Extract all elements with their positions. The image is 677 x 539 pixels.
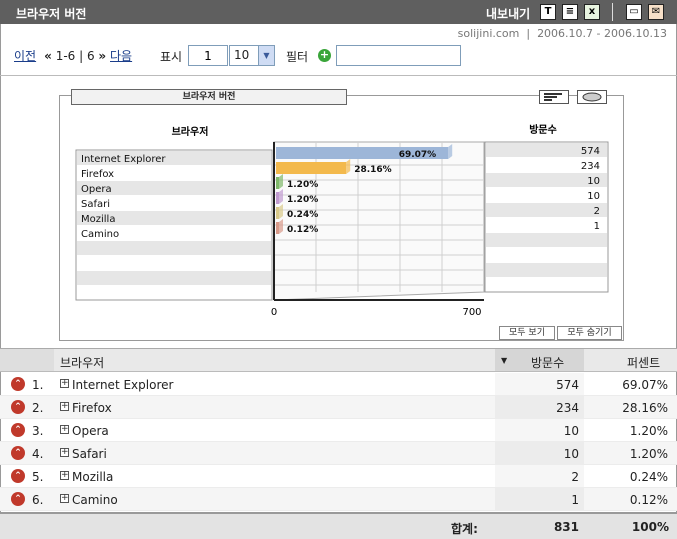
bar-chart: 브라우저 방문수 Internet Explorer 69.07% 574 Firef… bbox=[75, 123, 609, 318]
expand-icon[interactable]: + bbox=[60, 448, 69, 457]
table-header: 브라우저 ▼ 방문수 퍼센트 bbox=[0, 348, 677, 372]
rank: 1. bbox=[32, 378, 44, 392]
collapse-up-icon[interactable]: ⌃ bbox=[11, 377, 25, 391]
x-tick-label: 0 bbox=[271, 307, 277, 318]
collapse-up-icon[interactable]: ⌃ bbox=[11, 446, 25, 460]
percent-value: 1.20% bbox=[629, 447, 668, 461]
value-label: 10 bbox=[587, 191, 600, 202]
category-row-shade bbox=[77, 271, 271, 285]
browser-name[interactable]: Mozilla bbox=[72, 470, 113, 484]
total-visits: 831 bbox=[553, 520, 579, 534]
bar bbox=[276, 192, 279, 204]
browser-name[interactable]: Safari bbox=[72, 447, 107, 461]
table-row[interactable]: ⌃ 2. + Firefox 234 28.16% bbox=[0, 396, 677, 419]
visits-value: 574 bbox=[556, 378, 579, 392]
expand-icon[interactable]: + bbox=[60, 425, 69, 434]
collapse-up-icon[interactable]: ⌃ bbox=[11, 400, 25, 414]
value-label: 2 bbox=[594, 206, 600, 217]
rank: 5. bbox=[32, 470, 44, 484]
table-row[interactable]: ⌃ 6. + Camino 1 0.12% bbox=[0, 488, 677, 511]
collapse-up-icon[interactable]: ⌃ bbox=[11, 492, 25, 506]
percent-value: 0.24% bbox=[629, 470, 668, 484]
category-label: Camino bbox=[81, 229, 119, 240]
table-footer: 합계: 831 100% bbox=[0, 512, 677, 539]
bar bbox=[276, 177, 279, 189]
collapse-up-icon[interactable]: ⌃ bbox=[11, 469, 25, 483]
rank: 2. bbox=[32, 401, 44, 415]
table-row[interactable]: ⌃ 4. + Safari 10 1.20% bbox=[0, 442, 677, 465]
show-all-button[interactable]: 모두 보기 bbox=[499, 326, 555, 340]
value-label: 234 bbox=[581, 161, 600, 172]
category-label: Firefox bbox=[81, 169, 114, 180]
percent-value: 28.16% bbox=[622, 401, 668, 415]
data-label: 0.24% bbox=[287, 210, 318, 220]
table-row[interactable]: ⌃ 3. + Opera 10 1.20% bbox=[0, 419, 677, 442]
col-browser[interactable]: 브라우저 bbox=[60, 354, 104, 371]
collapse-up-icon[interactable]: ⌃ bbox=[11, 423, 25, 437]
visits-value: 2 bbox=[571, 470, 579, 484]
category-label: Safari bbox=[81, 199, 110, 210]
col-percent[interactable]: 퍼센트 bbox=[627, 354, 660, 371]
bar bbox=[276, 162, 347, 174]
hide-all-button[interactable]: 모두 숨기기 bbox=[557, 326, 622, 340]
data-label: 0.12% bbox=[287, 225, 318, 235]
visits-value: 10 bbox=[563, 424, 579, 438]
percent-value: 0.12% bbox=[629, 493, 668, 507]
category-label: Internet Explorer bbox=[81, 154, 166, 165]
data-label: 28.16% bbox=[354, 165, 392, 175]
percent-value: 1.20% bbox=[629, 424, 668, 438]
data-label: 1.20% bbox=[287, 180, 318, 190]
col-visits[interactable]: 방문수 bbox=[531, 354, 564, 371]
bar bbox=[276, 222, 279, 234]
value-axis-label: 방문수 bbox=[529, 123, 557, 136]
visits-value: 1 bbox=[571, 493, 579, 507]
browser-name[interactable]: Opera bbox=[72, 424, 109, 438]
percent-value: 69.07% bbox=[622, 378, 668, 392]
rank: 4. bbox=[32, 447, 44, 461]
table-row[interactable]: ⌃ 1. + Internet Explorer 574 69.07% bbox=[0, 373, 677, 396]
browser-name[interactable]: Internet Explorer bbox=[72, 378, 173, 392]
visits-value: 10 bbox=[563, 447, 579, 461]
value-label: 1 bbox=[594, 221, 600, 232]
header-rank-cell bbox=[0, 349, 54, 371]
data-label: 1.20% bbox=[287, 195, 318, 205]
table-row[interactable]: ⌃ 5. + Mozilla 2 0.24% bbox=[0, 465, 677, 488]
expand-icon[interactable]: + bbox=[60, 379, 69, 388]
sort-desc-icon[interactable]: ▼ bbox=[501, 356, 507, 365]
expand-icon[interactable]: + bbox=[60, 402, 69, 411]
category-label: Opera bbox=[81, 184, 112, 195]
value-row-shade bbox=[486, 233, 607, 247]
x-tick-label: 700 bbox=[462, 307, 481, 318]
expand-icon[interactable]: + bbox=[60, 471, 69, 480]
rank: 6. bbox=[32, 493, 44, 507]
category-label: Mozilla bbox=[81, 214, 115, 225]
browser-name[interactable]: Camino bbox=[72, 493, 118, 507]
value-row-shade bbox=[486, 203, 607, 217]
data-label: 69.07% bbox=[399, 150, 437, 160]
expand-icon[interactable]: + bbox=[60, 494, 69, 503]
value-row-shade bbox=[486, 263, 607, 277]
visits-value: 234 bbox=[556, 401, 579, 415]
category-row-shade bbox=[77, 241, 271, 255]
value-label: 574 bbox=[581, 146, 600, 157]
browser-name[interactable]: Firefox bbox=[72, 401, 112, 415]
rank: 3. bbox=[32, 424, 44, 438]
bar bbox=[276, 207, 279, 219]
total-percent: 100% bbox=[631, 520, 669, 534]
value-label: 10 bbox=[587, 176, 600, 187]
category-axis-label: 브라우저 bbox=[172, 125, 209, 138]
total-label: 합계: bbox=[451, 522, 478, 536]
